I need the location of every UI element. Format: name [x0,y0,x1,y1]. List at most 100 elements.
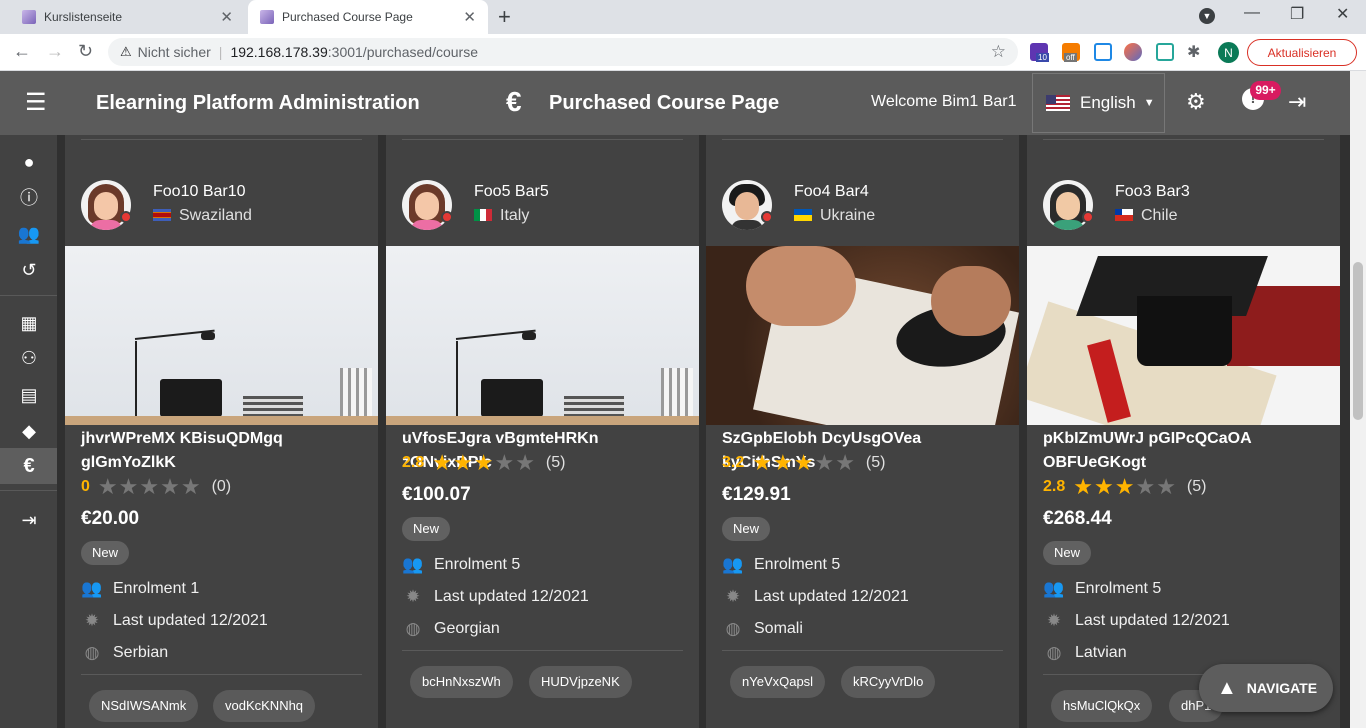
sidebar-item-grid-icon[interactable]: ▦ [17,311,41,335]
language-info: ◍ Serbian [81,642,169,664]
course-price: €100.07 [402,484,471,505]
people-icon: 👥 [402,555,424,574]
tag-chip[interactable]: hsMuClQkQx [1051,690,1153,722]
new-tab-icon[interactable]: + [498,4,511,30]
star-icon: ★ [452,450,473,475]
restore-icon[interactable]: ❐ [1290,4,1304,24]
close-tab-icon[interactable]: ✕ [220,8,233,26]
flag-icon [474,209,492,221]
star-icon: ★ [180,474,201,499]
tab-title: Kurslistenseite [44,10,123,24]
bookmark-star-icon[interactable]: ☆ [991,42,1006,62]
rating: 0 ★ ★ ★ ★ ★ (0) [81,476,231,498]
back-icon[interactable]: ← [13,41,31,62]
extensions-puzzle-icon[interactable]: ✱ [1187,42,1200,62]
user-country: Italy [500,207,530,224]
rating: 3.2 ★ ★ ★ ★ ★ (5) [722,452,885,474]
extension-badge: 10 [1036,53,1049,62]
sidebar-item-info-icon[interactable]: ⓘ [17,186,41,210]
language-info: ◍ Georgian [402,618,500,640]
globe-icon: ◍ [725,619,741,638]
sidebar-item-profile-icon[interactable]: ● [17,150,41,174]
course-card[interactable]: Foo10 Bar10 Swaziland jhvrWPreMX KBisuQD… [65,135,378,728]
flag-icon [153,209,171,221]
course-title[interactable]: pKbIZmUWrJ pGIPcQCaOA OBFUeGKogt [1043,427,1333,475]
tag-chip[interactable]: vodKcKNNhq [213,690,316,722]
rating-value: 2.8 [1043,478,1066,495]
extension-icon[interactable] [1156,43,1174,61]
new-badge: New [1043,541,1092,565]
new-badge: New [402,517,451,541]
last-updated-info: ✹ Last updated 12/2021 [402,586,589,608]
address-bar[interactable]: ⚠ Nicht sicher | 192.168.178.39:3001/pur… [108,38,1018,66]
divider [402,139,683,140]
course-card[interactable]: Foo5 Bar5 Italy uVfosEJgra vBgmteHRKn zO… [386,135,699,728]
browser-tabstrip: Kurslistenseite ✕ Purchased Course Page … [0,0,1366,34]
flag-canton [1115,209,1122,215]
course-card[interactable]: Foo3 Bar3 Chile pKbIZmUWrJ pGIPcQCaOA OB… [1027,135,1340,728]
last-updated-info: ✹ Last updated 12/2021 [1043,610,1230,632]
sidebar-item-certificate-icon[interactable]: ▤ [17,383,41,407]
language-select[interactable]: English ▼ [1032,73,1165,133]
star-icon: ★ [1073,474,1093,499]
tag-chip[interactable]: kRCyyVrDlo [841,666,936,698]
course-image[interactable] [386,246,699,425]
settings-gear-icon[interactable]: ⚙ [1186,89,1206,115]
language-info: ◍ Latvian [1043,642,1127,664]
close-tab-icon[interactable]: ✕ [463,8,476,26]
review-count: (5) [865,454,886,471]
star-icon: ★ [752,450,772,475]
sidebar-item-users-icon[interactable]: 👥 [17,222,41,246]
divider [81,139,362,140]
extension-icon[interactable] [1094,43,1112,61]
reload-icon[interactable]: ↻ [78,41,93,62]
url-host: 192.168.178.39 [230,44,328,60]
warning-icon[interactable]: ⚠ [120,44,132,60]
language-info: ◍ Somali [722,618,803,640]
tag-chip[interactable]: HUDVjpzeNK [529,666,632,698]
course-image[interactable] [1027,246,1340,425]
scrollbar-thumb[interactable] [1353,262,1363,420]
app-header: ☰ Elearning Platform Administration € Pu… [0,71,1350,135]
browser-tab-purchased-course[interactable]: Purchased Course Page ✕ [248,0,488,34]
tag-chip[interactable]: NSdIWSANmk [89,690,199,722]
sidebar-item-categories-icon[interactable]: ◆ [17,419,41,443]
course-image[interactable] [65,246,378,425]
logout-icon[interactable]: ⇥ [1288,89,1306,115]
close-window-icon[interactable]: ✕ [1336,4,1349,24]
course-title[interactable]: jhvrWPreMX KBisuQDMgq glGmYoZlkK [81,427,371,475]
extension-icon[interactable] [1124,43,1142,61]
navigate-button[interactable]: ▲ NAVIGATE [1199,664,1333,712]
course-price: €268.44 [1043,508,1112,529]
sidebar-item-groups-icon[interactable]: ⚇ [17,346,41,370]
caret-down-icon: ▼ [1143,97,1155,109]
new-badge: New [722,517,771,541]
course-image[interactable] [706,246,1019,425]
star-icon: ★ [772,450,793,475]
tag-chip[interactable]: nYeVxQapsl [730,666,826,698]
enrolment-info: 👥 Enrolment 5 [402,555,521,574]
menu-icon[interactable]: ☰ [25,88,47,117]
star-icon: ★ [835,450,855,475]
browser-tab-kurslistenseite[interactable]: Kurslistenseite ✕ [0,0,245,34]
rating: 2.8 ★ ★ ★ ★ ★ (5) [1043,476,1206,498]
user-name: Foo3 Bar3 [1115,183,1190,200]
course-card[interactable]: Foo4 Bar4 Ukraine SzGpbElobh DcyUsgOVea … [706,135,1019,728]
sidebar-item-logout-icon[interactable]: ⇥ [17,508,41,532]
sidebar-divider [0,295,57,296]
tab-search-icon[interactable]: ▼ [1199,8,1215,24]
star-icon: ★ [494,450,515,475]
sidebar-item-history-icon[interactable]: ↺ [17,258,41,282]
tag-chip[interactable]: bcHnNxszWh [410,666,513,698]
security-label[interactable]: Nicht sicher [138,44,211,60]
minimize-icon[interactable]: — [1244,4,1260,22]
navigate-label: NAVIGATE [1246,680,1318,696]
update-button[interactable]: Aktualisieren [1247,39,1357,66]
divider [81,674,362,675]
user-country: Ukraine [820,207,876,224]
rating-value: 2.8 [402,454,425,471]
forward-icon[interactable]: → [46,41,64,62]
alert-badge-icon: ✹ [405,587,421,606]
profile-avatar[interactable]: N [1218,42,1239,63]
sidebar-item-purchased-icon[interactable]: € [17,454,41,478]
